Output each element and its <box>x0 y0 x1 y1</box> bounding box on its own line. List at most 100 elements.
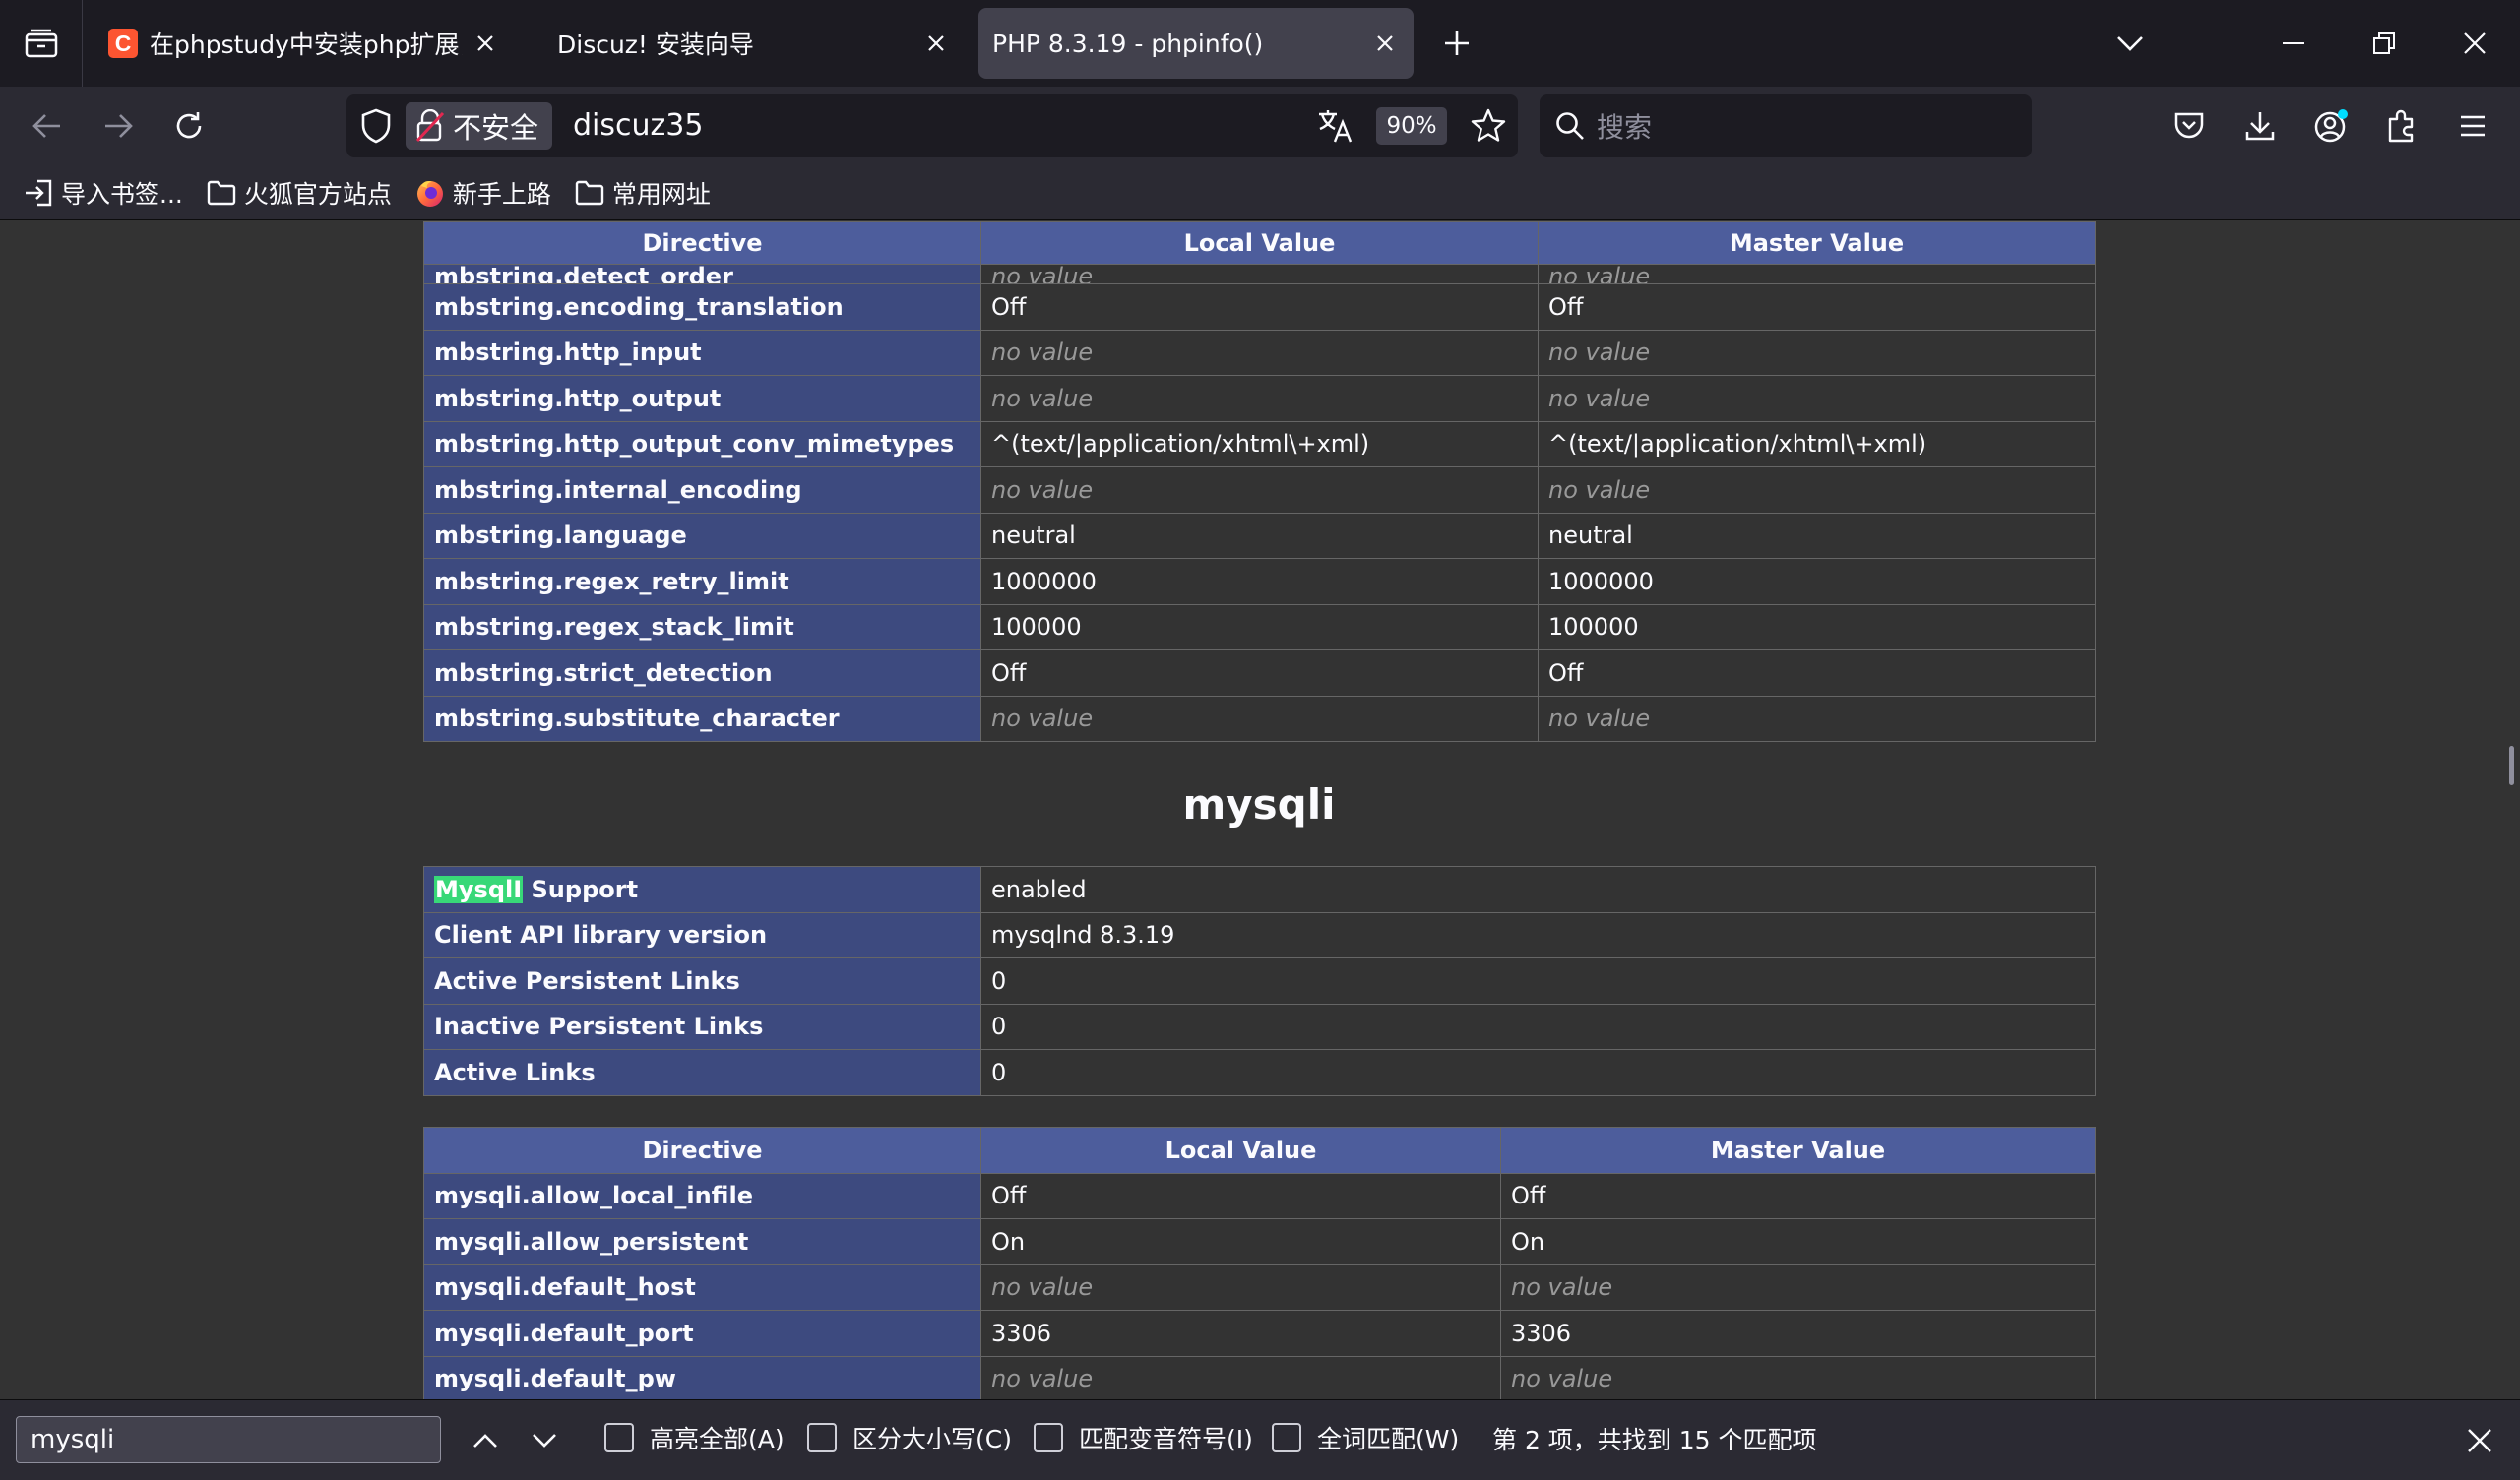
checkbox[interactable] <box>807 1423 837 1452</box>
bookmarks-toolbar: 导入书签... 火狐官方站点 新手上路 常用网址 <box>0 165 2520 220</box>
table-row: MysqlI Support enabled <box>423 866 2096 913</box>
mbstring-directives-table: Directive Local Value Master Value mbstr… <box>423 221 2096 742</box>
account-icon <box>2314 109 2348 143</box>
minimize-button[interactable] <box>2248 0 2339 87</box>
firefox-view-button[interactable] <box>0 0 83 87</box>
translate-button[interactable] <box>1317 108 1353 144</box>
extensions-button[interactable] <box>2374 98 2429 154</box>
close-icon[interactable] <box>471 29 500 58</box>
scrollbar-thumb[interactable] <box>2509 746 2514 785</box>
app-menu-button[interactable] <box>2445 98 2500 154</box>
reload-button[interactable] <box>161 98 217 154</box>
tracking-protection-button[interactable] <box>360 108 392 144</box>
local-value: 1000000 <box>980 558 1539 605</box>
find-input[interactable] <box>16 1416 441 1463</box>
table-row: mbstring.detect_order no value no value <box>423 264 2096 284</box>
checkbox[interactable] <box>1272 1423 1301 1452</box>
match-diacritics-checkbox[interactable]: 匹配变音符号(I) <box>1034 1420 1253 1455</box>
pocket-button[interactable] <box>2162 98 2217 154</box>
master-value: no value <box>1500 1264 2096 1311</box>
zoom-reset-button[interactable]: 90% <box>1376 107 1447 145</box>
checkbox[interactable] <box>604 1423 634 1452</box>
mysqli-info-body: MysqlI Support enabled Client API librar… <box>423 866 2096 1096</box>
directive-name: mbstring.internal_encoding <box>423 466 981 514</box>
table-row: mbstring.regex_stack_limit 100000 100000 <box>423 603 2096 650</box>
info-label: Client API library version <box>423 911 981 958</box>
column-header-directive: Directive <box>423 1127 981 1174</box>
lock-warning-icon <box>415 109 445 143</box>
table-row: Active Persistent Links 0 <box>423 957 2096 1005</box>
no-value-text: no value <box>1511 1365 1613 1393</box>
master-value: no value <box>1538 329 2096 376</box>
bookmark-firefox-official[interactable]: 火狐官方站点 <box>207 175 392 211</box>
minimize-icon <box>2283 42 2304 44</box>
tab-csdn[interactable]: C 在phpstudy中安装php扩展，如何 <box>94 8 514 79</box>
mysqli-directives-table: Directive Local Value Master Value mysql… <box>423 1127 2096 1399</box>
info-label: Active Persistent Links <box>423 957 981 1005</box>
whole-words-checkbox[interactable]: 全词匹配(W) <box>1272 1420 1459 1455</box>
tab-title: Discuz! 安装向导 <box>557 31 754 59</box>
bookmark-star-button[interactable] <box>1471 108 1506 144</box>
master-value: Off <box>1538 283 2096 331</box>
info-label: Active Links <box>423 1049 981 1096</box>
new-tab-button[interactable] <box>1412 0 1502 87</box>
tab-strip: C 在phpstudy中安装php扩展，如何 Discuz! 安装向导 PHP … <box>0 0 2520 87</box>
local-value: 100000 <box>980 603 1539 650</box>
directive-name: mbstring.substitute_character <box>423 695 981 742</box>
table-row: mysqli.default_host no value no value <box>423 1264 2096 1311</box>
checkbox[interactable] <box>1034 1423 1063 1452</box>
find-previous-button[interactable] <box>461 1416 510 1465</box>
search-bar[interactable]: 搜索 <box>1540 94 2032 157</box>
close-icon[interactable] <box>1370 29 1400 58</box>
master-value: no value <box>1538 466 2096 514</box>
chevron-up-icon <box>473 1434 497 1448</box>
close-icon[interactable] <box>921 29 951 58</box>
list-all-tabs-button[interactable] <box>2085 0 2175 87</box>
bookmark-label: 火狐官方站点 <box>243 179 392 209</box>
back-button[interactable] <box>20 98 75 154</box>
column-header-master-value: Master Value <box>1500 1127 2096 1174</box>
directive-name: mysqli.allow_local_infile <box>423 1172 981 1219</box>
bookmark-import[interactable]: 导入书签... <box>24 175 183 211</box>
no-value-text: no value <box>991 1365 1094 1393</box>
bookmark-getting-started[interactable]: 新手上路 <box>415 175 551 211</box>
bookmark-label: 新手上路 <box>452 179 551 209</box>
match-case-checkbox[interactable]: 区分大小写(C) <box>807 1420 1012 1455</box>
find-next-button[interactable] <box>520 1416 569 1465</box>
security-indicator[interactable]: 不安全 <box>406 102 553 150</box>
restore-button[interactable] <box>2339 0 2429 87</box>
local-value: no value <box>980 466 1539 514</box>
bookmark-label: 常用网址 <box>611 179 711 209</box>
tab-title: 在phpstudy中安装php扩展，如何 <box>150 31 463 59</box>
table-row: mbstring.strict_detection Off Off <box>423 649 2096 697</box>
mbstring-table-body: mbstring.detect_order no value no value mbs… <box>423 264 2096 742</box>
page-content: Directive Local Value Master Value mbstr… <box>0 221 2520 1399</box>
no-value-text: no value <box>1548 339 1651 367</box>
tab-phpinfo[interactable]: PHP 8.3.19 - phpinfo() <box>978 8 1414 79</box>
local-value: Off <box>980 1172 1501 1219</box>
info-value: 0 <box>980 1049 2096 1096</box>
url-bar[interactable]: 不安全 discuz35 90% <box>346 94 1518 157</box>
column-header-master-value: Master Value <box>1538 221 2096 265</box>
find-close-button[interactable] <box>2455 1416 2504 1465</box>
find-match-highlight: MysqlI <box>434 875 524 903</box>
master-value: Off <box>1500 1172 2096 1219</box>
directive-name: mysqli.default_host <box>423 1264 981 1311</box>
account-button[interactable] <box>2303 98 2359 154</box>
forward-button[interactable] <box>91 98 146 154</box>
downloads-button[interactable] <box>2233 98 2288 154</box>
directive-name: mbstring.detect_order <box>423 264 981 284</box>
window-close-button[interactable] <box>2429 0 2520 87</box>
highlight-all-checkbox[interactable]: 高亮全部(A) <box>604 1420 785 1455</box>
tab-discuz-installer[interactable]: Discuz! 安装向导 <box>537 8 965 79</box>
close-icon <box>2464 32 2486 54</box>
bookmark-common-sites[interactable]: 常用网址 <box>575 175 711 211</box>
local-value: ^(text/|application/xhtml\+xml) <box>980 420 1539 467</box>
table-row: mysqli.allow_local_infile Off Off <box>423 1172 2096 1219</box>
star-icon <box>1471 108 1506 142</box>
table-row: mysqli.allow_persistent On On <box>423 1218 2096 1265</box>
table-row: mysqli.default_pw no value no value <box>423 1355 2096 1399</box>
url-text[interactable]: discuz35 <box>573 94 703 157</box>
table-row: mbstring.http_output_conv_mimetypes ^(tex… <box>423 420 2096 467</box>
master-value: On <box>1500 1218 2096 1265</box>
